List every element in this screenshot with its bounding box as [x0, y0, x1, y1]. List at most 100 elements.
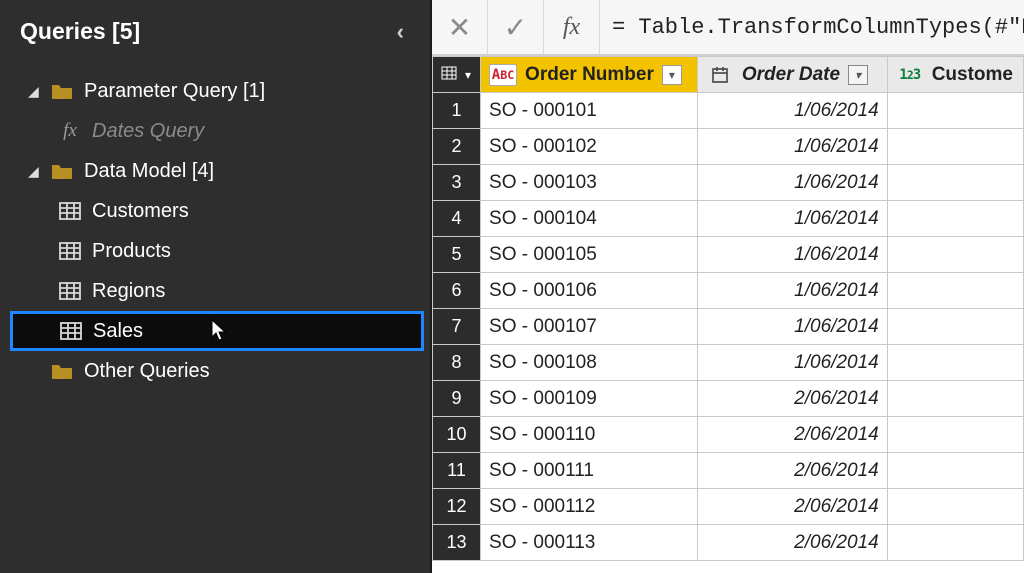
table-icon	[56, 242, 84, 260]
row-header-corner[interactable]: ▾	[433, 57, 481, 93]
cell-order-number[interactable]: SO - 000109	[481, 381, 698, 417]
chevron-down-icon[interactable]: ◢	[28, 83, 44, 100]
row-number[interactable]: 9	[433, 381, 481, 417]
folder-icon	[48, 162, 76, 180]
cell-order-date[interactable]: 1/06/2014	[697, 345, 887, 381]
row-number[interactable]: 5	[433, 237, 481, 273]
cell-customer[interactable]	[887, 489, 1023, 525]
filter-dropdown-icon[interactable]: ▾	[848, 65, 868, 85]
cell-order-number[interactable]: SO - 000112	[481, 489, 698, 525]
cell-order-number[interactable]: SO - 000102	[481, 129, 698, 165]
data-preview-pane: ✕ ✓ fx = Table.TransformColumnTypes(#"Pr…	[432, 0, 1024, 573]
cell-customer[interactable]	[887, 273, 1023, 309]
queries-sidebar: Queries [5] ‹ ◢ Parameter Query [1] fx D…	[0, 0, 432, 573]
row-number[interactable]: 8	[433, 345, 481, 381]
cell-order-number[interactable]: SO - 000103	[481, 165, 698, 201]
cell-customer[interactable]	[887, 381, 1023, 417]
accept-formula-button[interactable]: ✓	[488, 0, 544, 54]
queries-pane-header: Queries [5] ‹	[0, 0, 430, 65]
cell-order-date[interactable]: 1/06/2014	[697, 273, 887, 309]
collapse-pane-icon[interactable]: ‹	[397, 19, 410, 45]
column-header-order-number[interactable]: ABC Order Number ▾	[481, 57, 698, 93]
cell-order-date[interactable]: 1/06/2014	[697, 165, 887, 201]
cell-customer[interactable]	[887, 129, 1023, 165]
folder-other-queries[interactable]: Other Queries	[0, 351, 430, 391]
column-name: Order Date	[742, 64, 840, 86]
row-number[interactable]: 6	[433, 273, 481, 309]
table-row[interactable]: 8SO - 0001081/06/2014	[433, 345, 1024, 381]
table-row[interactable]: 3SO - 0001031/06/2014	[433, 165, 1024, 201]
table-row[interactable]: 11SO - 0001112/06/2014	[433, 453, 1024, 489]
query-label: Regions	[92, 280, 165, 303]
cell-order-number[interactable]: SO - 000111	[481, 453, 698, 489]
cell-customer[interactable]	[887, 165, 1023, 201]
row-number[interactable]: 10	[433, 417, 481, 453]
row-number[interactable]: 3	[433, 165, 481, 201]
cell-order-number[interactable]: SO - 000104	[481, 201, 698, 237]
table-row[interactable]: 12SO - 0001122/06/2014	[433, 489, 1024, 525]
cell-order-number[interactable]: SO - 000106	[481, 273, 698, 309]
folder-label: Parameter Query [1]	[84, 80, 265, 103]
cancel-formula-button[interactable]: ✕	[432, 0, 488, 54]
cell-order-date[interactable]: 1/06/2014	[697, 309, 887, 345]
cell-order-date[interactable]: 2/06/2014	[697, 417, 887, 453]
dropdown-icon[interactable]: ▾	[465, 68, 471, 82]
cell-order-date[interactable]: 2/06/2014	[697, 525, 887, 561]
row-number[interactable]: 2	[433, 129, 481, 165]
query-customers[interactable]: Customers	[0, 191, 430, 231]
cell-customer[interactable]	[887, 453, 1023, 489]
chevron-down-icon[interactable]: ◢	[28, 163, 44, 180]
data-grid: ▾ ABC Order Number ▾	[432, 56, 1024, 573]
cell-order-date[interactable]: 1/06/2014	[697, 237, 887, 273]
folder-icon	[48, 362, 76, 380]
cell-order-date[interactable]: 1/06/2014	[697, 93, 887, 129]
column-header-order-date[interactable]: Order Date ▾	[697, 57, 887, 93]
table-row[interactable]: 1SO - 0001011/06/2014	[433, 93, 1024, 129]
row-number[interactable]: 12	[433, 489, 481, 525]
cell-order-date[interactable]: 1/06/2014	[697, 201, 887, 237]
folder-icon	[48, 82, 76, 100]
fx-icon[interactable]: fx	[544, 0, 600, 54]
table-icon	[56, 282, 84, 300]
folder-parameter-query[interactable]: ◢ Parameter Query [1]	[0, 71, 430, 111]
query-regions[interactable]: Regions	[0, 271, 430, 311]
cell-order-number[interactable]: SO - 000108	[481, 345, 698, 381]
cell-customer[interactable]	[887, 525, 1023, 561]
table-row[interactable]: 9SO - 0001092/06/2014	[433, 381, 1024, 417]
table-row[interactable]: 6SO - 0001061/06/2014	[433, 273, 1024, 309]
cell-order-number[interactable]: SO - 000110	[481, 417, 698, 453]
query-products[interactable]: Products	[0, 231, 430, 271]
cell-order-number[interactable]: SO - 000107	[481, 309, 698, 345]
cell-order-date[interactable]: 1/06/2014	[697, 129, 887, 165]
row-number[interactable]: 13	[433, 525, 481, 561]
table-row[interactable]: 5SO - 0001051/06/2014	[433, 237, 1024, 273]
cell-customer[interactable]	[887, 345, 1023, 381]
formula-text[interactable]: = Table.TransformColumnTypes(#"Pro	[600, 15, 1024, 40]
filter-dropdown-icon[interactable]: ▾	[662, 65, 682, 85]
row-number[interactable]: 7	[433, 309, 481, 345]
cell-order-date[interactable]: 2/06/2014	[697, 453, 887, 489]
row-number[interactable]: 1	[433, 93, 481, 129]
column-header-customer[interactable]: 123 Custome	[887, 57, 1023, 93]
cell-order-number[interactable]: SO - 000101	[481, 93, 698, 129]
table-row[interactable]: 7SO - 0001071/06/2014	[433, 309, 1024, 345]
query-sales[interactable]: Sales	[10, 311, 424, 351]
cell-order-number[interactable]: SO - 000105	[481, 237, 698, 273]
query-dates-query[interactable]: fx Dates Query	[0, 111, 430, 151]
row-number[interactable]: 11	[433, 453, 481, 489]
folder-label: Data Model [4]	[84, 160, 214, 183]
table-row[interactable]: 4SO - 0001041/06/2014	[433, 201, 1024, 237]
cell-order-date[interactable]: 2/06/2014	[697, 489, 887, 525]
cell-customer[interactable]	[887, 309, 1023, 345]
row-number[interactable]: 4	[433, 201, 481, 237]
cell-customer[interactable]	[887, 417, 1023, 453]
cell-customer[interactable]	[887, 93, 1023, 129]
table-row[interactable]: 2SO - 0001021/06/2014	[433, 129, 1024, 165]
cell-customer[interactable]	[887, 201, 1023, 237]
table-row[interactable]: 10SO - 0001102/06/2014	[433, 417, 1024, 453]
table-row[interactable]: 13SO - 0001132/06/2014	[433, 525, 1024, 561]
cell-order-number[interactable]: SO - 000113	[481, 525, 698, 561]
folder-data-model[interactable]: ◢ Data Model [4]	[0, 151, 430, 191]
cell-order-date[interactable]: 2/06/2014	[697, 381, 887, 417]
cell-customer[interactable]	[887, 237, 1023, 273]
